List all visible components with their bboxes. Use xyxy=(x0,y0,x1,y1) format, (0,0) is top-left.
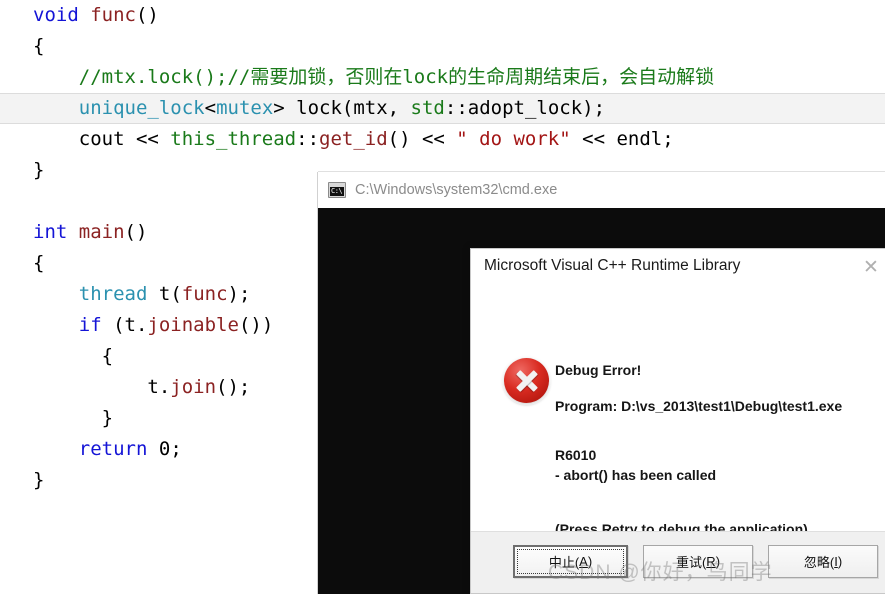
code-token: std xyxy=(410,97,445,119)
code-token: t xyxy=(158,283,171,305)
button-label-suffix: ) xyxy=(587,554,593,569)
code-token: joinable xyxy=(147,314,239,336)
code-token: ( xyxy=(170,283,182,305)
retry-button[interactable]: 重试(R) xyxy=(643,545,753,578)
dialog-error-code: R6010 xyxy=(555,447,597,463)
code-token: func xyxy=(90,4,136,26)
error-x-icon xyxy=(504,358,549,403)
code-token: " do work" xyxy=(456,128,571,150)
code-token: this_thread xyxy=(170,128,297,150)
dialog-button-bar: 中止(A) 重试(R) 忽略(I) xyxy=(471,531,885,593)
close-icon[interactable]: ✕ xyxy=(860,257,882,279)
code-token: () xyxy=(124,221,148,243)
code-token: //mtx.lock();//需要加锁，否则在lock的生命周期结束后，会自动解… xyxy=(78,66,715,88)
dialog-title: Microsoft Visual C++ Runtime Library xyxy=(484,257,741,274)
code-token: func xyxy=(181,283,228,305)
dialog-program-path: Program: D:\vs_2013\test1\Debug\test1.ex… xyxy=(555,398,843,414)
code-token: ::adopt_lock); xyxy=(444,97,606,119)
button-label: 中止( xyxy=(548,555,580,570)
dialog-titlebar[interactable]: Microsoft Visual C++ Runtime Library ✕ xyxy=(471,249,885,289)
code-token: :: xyxy=(296,128,320,150)
code-token: { xyxy=(33,252,45,274)
code-token: get_id xyxy=(319,128,388,150)
button-label-suffix: ) xyxy=(715,554,721,569)
code-token: void xyxy=(33,4,79,26)
code-token: < xyxy=(204,97,217,119)
code-token: 0 xyxy=(158,438,171,460)
button-accelerator: R xyxy=(706,554,716,569)
button-label: 忽略( xyxy=(803,555,835,570)
button-label-suffix: ) xyxy=(837,554,843,569)
code-token: { xyxy=(33,35,45,57)
code-token: } xyxy=(33,159,45,181)
code-token: () << xyxy=(387,128,457,150)
runtime-error-dialog[interactable]: Microsoft Visual C++ Runtime Library ✕ D… xyxy=(470,248,885,594)
code-token: main xyxy=(78,221,125,243)
code-token: << endl; xyxy=(570,128,674,150)
code-token: return xyxy=(78,438,148,460)
dialog-error-detail: - abort() has been called xyxy=(555,467,717,483)
code-line[interactable]: unique_lock<mutex> lock(mtx, std::adopt_… xyxy=(0,93,885,124)
code-token: mutex xyxy=(216,97,274,119)
code-token: thread xyxy=(78,283,148,305)
abort-button[interactable]: 中止(A) xyxy=(513,545,628,578)
cmd-title-text: C:\Windows\system32\cmd.exe xyxy=(355,182,558,198)
code-token: int xyxy=(33,221,68,243)
dialog-content: Debug Error! Program: D:\vs_2013\test1\D… xyxy=(471,289,885,537)
dialog-heading: Debug Error! xyxy=(555,362,642,378)
button-label: 重试( xyxy=(675,555,707,570)
code-line[interactable]: //mtx.lock();//需要加锁，否则在lock的生命周期结束后，会自动解… xyxy=(0,62,885,93)
code-token: if xyxy=(78,314,102,336)
code-token: } xyxy=(33,469,45,491)
ignore-button[interactable]: 忽略(I) xyxy=(768,545,878,578)
code-line[interactable]: void func() xyxy=(0,0,885,31)
code-token: ); xyxy=(227,283,251,305)
code-token: } xyxy=(78,407,114,429)
code-token: (t. xyxy=(101,314,148,336)
code-token: join xyxy=(170,376,217,398)
code-token: ()) xyxy=(238,314,274,336)
code-line[interactable]: { xyxy=(0,31,885,62)
cmd-titlebar[interactable]: C:\Windows\system32\cmd.exe xyxy=(318,172,885,209)
code-token: { xyxy=(78,345,114,367)
button-accelerator: A xyxy=(579,554,588,569)
code-token: cout << xyxy=(78,128,171,150)
code-token: ; xyxy=(170,438,182,460)
code-line[interactable]: cout << this_thread::get_id() << " do wo… xyxy=(0,124,885,155)
code-token: (); xyxy=(216,376,251,398)
code-token: unique_lock xyxy=(78,97,205,119)
code-token: () xyxy=(135,4,159,26)
code-token: t. xyxy=(124,376,171,398)
code-token: > lock(mtx, xyxy=(273,97,411,119)
cmd-console-icon xyxy=(328,182,346,198)
